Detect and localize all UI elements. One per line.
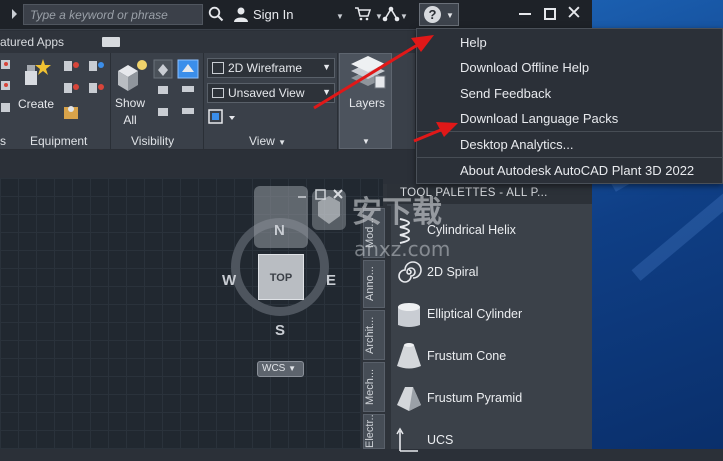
compass-north[interactable]: N [274,222,285,239]
viewport-icon[interactable] [207,108,239,126]
palette-item-frustum-cone[interactable]: Frustum Cone [396,337,586,377]
palette-tab-mechanical[interactable]: Mech... [363,362,385,412]
watermark-cn: 安下载 [352,195,442,230]
equipment-tools-icon[interactable] [60,57,84,131]
panel-label-equipment: Equipment [30,134,88,148]
show-all-label-2[interactable]: All [110,113,150,127]
help-icon[interactable]: ? [424,6,441,23]
menu-item-help[interactable]: Help [460,35,487,50]
menu-item-send-feedback[interactable]: Send Feedback [460,86,551,101]
layers-icon [351,56,386,89]
palette-tab-annotation[interactable]: Anno... [363,260,385,308]
compass-south[interactable]: S [275,322,285,339]
menu-item-download-language-packs[interactable]: Download Language Packs [460,111,618,126]
user-icon[interactable] [233,6,249,22]
help-dropdown-menu [416,28,723,184]
palette-item-elliptical-cylinder[interactable]: Elliptical Cylinder [396,295,586,335]
named-view-value: Unsaved View [228,86,305,100]
close-icon[interactable]: ✕ [566,2,582,26]
ribbon-minimize-button[interactable] [102,37,120,47]
minimize-icon[interactable] [519,13,531,15]
palette-item-label: 2D Spiral [427,265,479,279]
autodesk-a360-icon[interactable] [382,6,400,22]
wcs-menu[interactable]: WCS ▼ [257,361,304,377]
show-all-icon[interactable] [114,57,150,97]
file-tabs-strip [0,150,415,178]
search-icon[interactable] [208,6,224,22]
expand-arrow-icon[interactable] [12,9,17,19]
wcs-label: WCS [262,363,286,374]
menu-item-download-offline-help[interactable]: Download Offline Help [460,60,589,75]
palette-item-label: UCS [427,433,454,447]
cylinder-icon [398,303,420,327]
palette-item-label: Elliptical Cylinder [427,307,523,321]
named-view-dropdown[interactable]: Unsaved View ▼ [207,83,335,103]
chevron-down-icon: ▼ [288,364,297,373]
create-equipment-icon[interactable] [21,57,53,95]
palette-item-ucs[interactable]: UCS [396,421,586,461]
visual-style-value: 2D Wireframe [228,61,303,75]
chevron-down-icon[interactable]: ▼ [400,12,408,21]
menu-separator [416,157,723,158]
wireframe-icon [212,62,224,74]
palette-item-frustum-pyramid[interactable]: Frustum Pyramid [396,379,586,419]
ucs-icon [396,427,418,452]
chevron-down-icon: ▼ [322,87,331,97]
create-button[interactable]: Create [16,97,56,111]
chevron-down-icon[interactable]: ▼ [336,12,344,21]
menu-separator [416,131,723,132]
visibility-tools-icon[interactable] [152,58,202,124]
visual-style-dropdown[interactable]: 2D Wireframe ▼ [207,58,335,78]
chevron-down-icon: ▼ [322,62,331,72]
panel-view-text: View [249,134,275,148]
tool-icon[interactable] [0,57,14,125]
watermark-en: anxz.com [354,237,450,261]
panel-label-s: s [0,134,6,148]
palette-tab-electrical[interactable]: Electr... [363,414,385,449]
palette-item-label: Frustum Pyramid [427,391,523,405]
cone-icon [397,343,421,369]
search-input[interactable]: Type a keyword or phrase [23,4,203,25]
menu-item-about[interactable]: About Autodesk AutoCAD Plant 3D 2022 [460,163,694,178]
compass-east[interactable]: E [326,272,336,289]
chevron-down-icon[interactable]: ▼ [362,137,370,146]
panel-label-visibility: Visibility [131,134,175,148]
layers-label: Layers [348,96,386,110]
equipment-edit-icon[interactable] [86,57,108,109]
show-all-label[interactable]: Show [110,96,150,110]
cart-icon[interactable] [355,7,371,21]
sign-in-button[interactable]: Sign In [253,7,293,22]
pyramid-icon [397,387,421,411]
tab-featured-apps[interactable]: atured Apps [0,35,64,49]
chevron-down-icon[interactable]: ▼ [446,11,454,20]
palette-tab-architectural[interactable]: Archit... [363,310,385,360]
panel-label-view[interactable]: View ▼ [249,134,286,148]
compass-west[interactable]: W [222,272,236,289]
chevron-down-icon: ▼ [278,138,287,147]
maximize-icon[interactable] [544,8,556,20]
view-icon [212,88,224,98]
menu-item-desktop-analytics[interactable]: Desktop Analytics... [460,137,573,152]
palette-item-label: Frustum Cone [427,349,507,363]
watermark-logo: 安下载 anxz.com [312,190,450,261]
